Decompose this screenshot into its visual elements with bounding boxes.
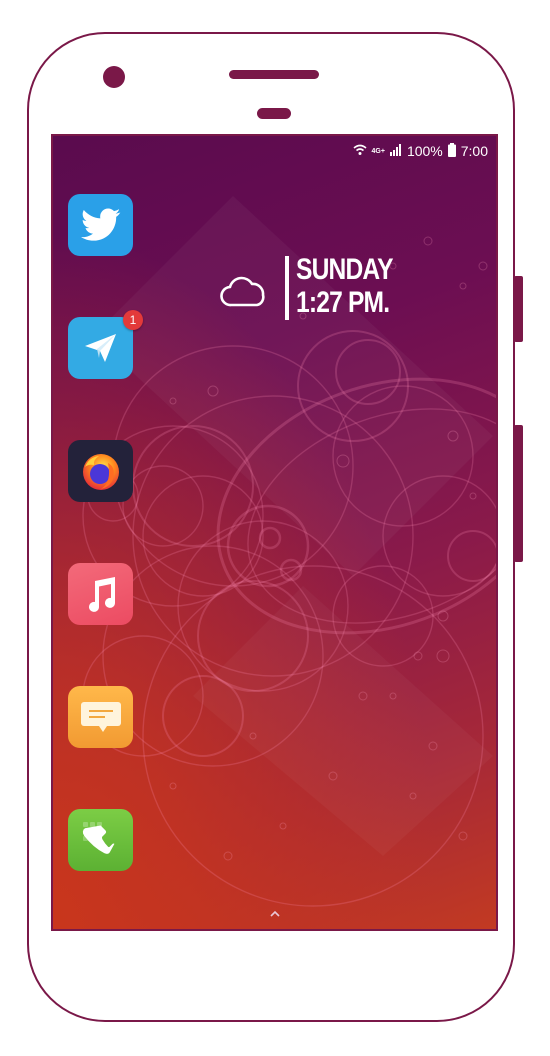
power-button [514, 425, 523, 562]
network-type-label: 4G+ [371, 147, 385, 155]
proximity-sensor [257, 108, 291, 119]
phone-icon [79, 818, 123, 862]
notification-badge: 1 [123, 310, 143, 330]
signal-icon [389, 143, 402, 159]
message-icon [79, 700, 123, 734]
telegram-icon [83, 332, 119, 364]
wifi-icon [352, 143, 367, 159]
telegram-app[interactable]: 1 [68, 310, 143, 379]
volume-button [514, 276, 523, 342]
status-bar: 4G+ 100% 7:00 [352, 141, 488, 161]
home-screen: 4G+ 100% 7:00 1 SUNDAY 1:27 PM. [51, 134, 498, 931]
clock-weather-widget[interactable]: SUNDAY 1:27 PM. [219, 253, 419, 323]
chevron-up-icon [268, 904, 282, 923]
phone-app[interactable] [68, 809, 133, 871]
status-time: 7:00 [460, 143, 488, 159]
front-camera [103, 66, 125, 88]
messages-app[interactable] [68, 686, 133, 748]
clock-divider [285, 256, 289, 320]
battery-icon [447, 142, 456, 160]
firefox-icon [79, 449, 123, 493]
battery-percent: 100% [406, 143, 443, 159]
clock-day: SUNDAY [296, 253, 394, 286]
twitter-icon [80, 208, 121, 242]
app-drawer-handle[interactable] [268, 904, 282, 923]
music-app[interactable] [68, 563, 133, 625]
music-icon [83, 575, 119, 613]
cloud-icon [219, 275, 269, 313]
firefox-app[interactable] [68, 440, 133, 502]
clock-time: 1:27 PM. [296, 286, 390, 319]
twitter-app[interactable] [68, 194, 133, 256]
earpiece-speaker [229, 70, 319, 79]
